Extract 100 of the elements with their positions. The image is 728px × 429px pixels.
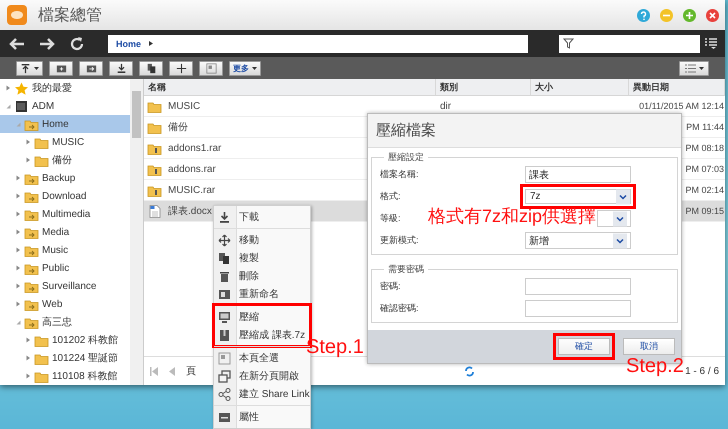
- filter-field[interactable]: [559, 34, 700, 52]
- expand-icon[interactable]: [25, 337, 31, 343]
- refresh-icon[interactable]: [68, 34, 86, 52]
- file-name: MUSIC.rar: [168, 184, 216, 196]
- first-page-icon[interactable]: [150, 366, 159, 376]
- path-field[interactable]: Home: [108, 34, 528, 52]
- archive-icon: [147, 184, 162, 196]
- modified-date: PM 02:14: [685, 185, 724, 195]
- select-field[interactable]: 7z: [520, 184, 636, 209]
- folder-icon: [147, 100, 162, 112]
- maximize-icon[interactable]: [683, 8, 696, 22]
- tree-item[interactable]: 我的最愛: [0, 79, 130, 97]
- tree-item[interactable]: Music: [0, 241, 130, 259]
- tree-item[interactable]: Multimedia: [0, 205, 130, 223]
- select-field[interactable]: [597, 210, 631, 227]
- menu-item[interactable]: 重新命名: [214, 285, 281, 303]
- select-all-icon: [218, 352, 231, 364]
- copy-icon: [146, 62, 156, 74]
- previous-page-icon[interactable]: [169, 366, 176, 376]
- upload-button[interactable]: [16, 60, 43, 76]
- dialog-button[interactable]: 確定: [553, 333, 615, 360]
- help-icon[interactable]: [637, 8, 650, 22]
- expand-icon[interactable]: [15, 283, 21, 289]
- tree-item[interactable]: Public: [0, 259, 130, 277]
- field-label: 格式:: [380, 190, 401, 203]
- expand-icon[interactable]: [15, 301, 21, 307]
- dialog-button[interactable]: 取消: [623, 338, 675, 355]
- column-header[interactable]: 異動日期: [629, 79, 725, 95]
- select-field[interactable]: 新增: [525, 232, 631, 249]
- column-header[interactable]: 名稱: [144, 79, 436, 95]
- tree-item[interactable]: Media: [0, 223, 130, 241]
- column-header[interactable]: 類別: [436, 79, 531, 95]
- tree-item[interactable]: 101202 科教館: [0, 331, 130, 349]
- input-field[interactable]: 課表: [525, 166, 631, 183]
- expand-icon[interactable]: [15, 193, 21, 199]
- tree-item[interactable]: Backup: [0, 169, 130, 187]
- column-header[interactable]: 大小: [531, 79, 629, 95]
- menu-item[interactable]: 在新分頁開啟: [214, 367, 301, 385]
- filter-icon: [563, 38, 574, 49]
- toolbar-button[interactable]: [109, 60, 133, 76]
- menu-item[interactable]: 屬性: [214, 408, 261, 426]
- scrollbar[interactable]: [130, 79, 143, 385]
- menu-item[interactable]: 壓縮: [214, 308, 261, 326]
- expand-icon[interactable]: [25, 139, 31, 145]
- tree-item[interactable]: 110108 科教館: [0, 367, 130, 385]
- tree-item[interactable]: MUSIC: [0, 133, 130, 151]
- input-field[interactable]: [525, 300, 631, 317]
- toolbar-button[interactable]: [49, 60, 73, 76]
- tree-item[interactable]: Web: [0, 295, 130, 313]
- input-field[interactable]: [525, 278, 631, 295]
- modified-date: PM 07:03: [685, 164, 724, 174]
- group-legend: 壓縮設定: [384, 151, 428, 164]
- menu-item[interactable]: 複製: [214, 249, 261, 267]
- folder-icon: [34, 352, 49, 364]
- view-button[interactable]: [679, 60, 709, 76]
- menu-item[interactable]: 移動: [214, 231, 261, 249]
- chevron-down-icon: [613, 211, 627, 226]
- collapse-icon[interactable]: [5, 103, 11, 109]
- toolbar-button[interactable]: [199, 60, 223, 76]
- expand-icon[interactable]: [5, 85, 11, 91]
- field-label: 檔案名稱:: [380, 168, 419, 181]
- menu-item[interactable]: 本頁全選: [214, 349, 281, 367]
- menu-item[interactable]: 刪除: [214, 267, 261, 285]
- shared-folder-icon: [24, 244, 39, 256]
- tree-item[interactable]: 101224 聖誕節: [0, 349, 130, 367]
- collapse-icon[interactable]: [15, 319, 21, 325]
- expand-icon[interactable]: [15, 175, 21, 181]
- expand-icon[interactable]: [25, 157, 31, 163]
- folder-icon: [34, 370, 49, 382]
- move-icon: [176, 62, 186, 74]
- archive-icon: [147, 142, 162, 154]
- close-icon[interactable]: [706, 8, 719, 22]
- toolbar-button[interactable]: [169, 60, 193, 76]
- tree-item[interactable]: Home: [0, 115, 130, 133]
- more-button[interactable]: 更多: [229, 60, 261, 76]
- list-view-icon: [684, 64, 696, 72]
- menu-item[interactable]: 壓縮成 課表.7z: [214, 326, 308, 344]
- tree-item[interactable]: Surveillance: [0, 277, 130, 295]
- list-menu-icon[interactable]: [705, 38, 717, 49]
- file-row[interactable]: MUSIC dir 01/11/2015 AM 12:14: [144, 96, 725, 117]
- toolbar-button[interactable]: [79, 60, 103, 76]
- tree-item[interactable]: 備份: [0, 151, 130, 169]
- field-label: 密碼:: [380, 280, 401, 293]
- tree-item[interactable]: ADM: [0, 97, 130, 115]
- modified-date: PM 09:15: [685, 206, 724, 216]
- shared-folder-icon: [24, 172, 39, 184]
- tree-item[interactable]: Download: [0, 187, 130, 205]
- expand-icon[interactable]: [25, 373, 31, 379]
- monitor-icon: [218, 310, 231, 324]
- expand-icon[interactable]: [15, 229, 21, 235]
- menu-item[interactable]: 建立 Share Link: [214, 385, 312, 403]
- toolbar-button[interactable]: [139, 60, 163, 76]
- menu-item[interactable]: 下載: [214, 208, 261, 226]
- tree-item[interactable]: 高三忠: [0, 313, 130, 331]
- expand-icon[interactable]: [15, 265, 21, 271]
- expand-icon[interactable]: [25, 355, 31, 361]
- expand-icon[interactable]: [15, 211, 21, 217]
- file-name: addons.rar: [168, 164, 216, 174]
- expand-icon[interactable]: [15, 247, 21, 253]
- server-icon: [14, 100, 29, 112]
